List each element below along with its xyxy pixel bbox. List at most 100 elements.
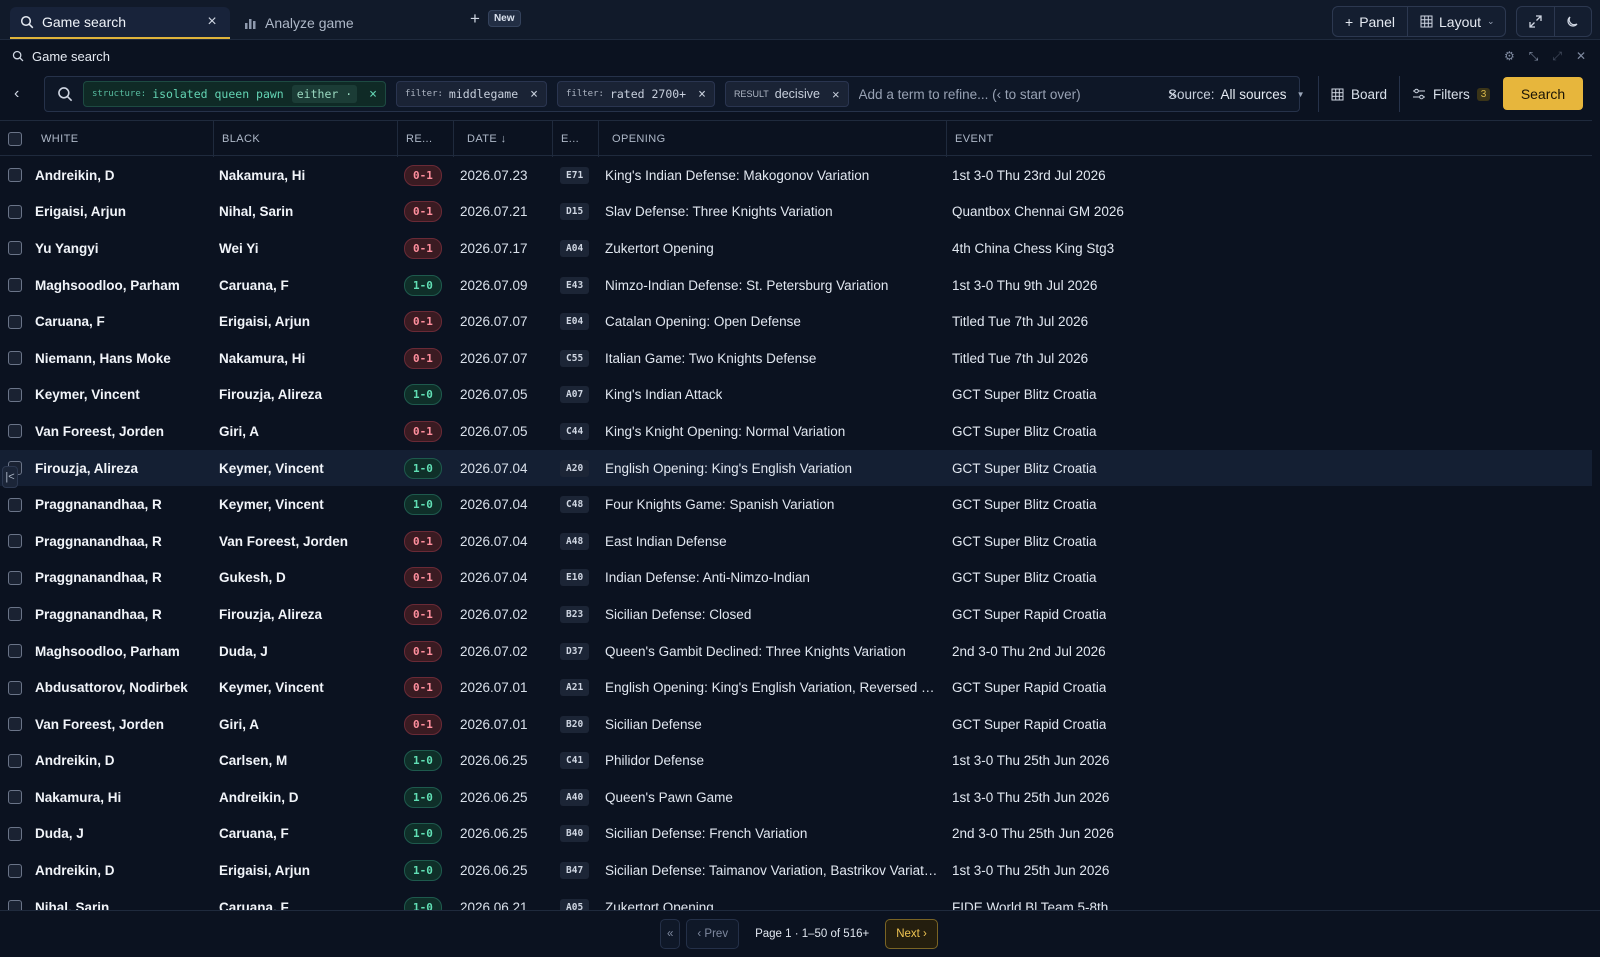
expand-sidebar-handle[interactable]: |< [2, 466, 18, 488]
close-icon[interactable]: × [698, 87, 706, 102]
next-page-button[interactable]: Next › [885, 919, 938, 949]
result-cell: 1-0 [404, 889, 442, 910]
eco-cell: E04 [560, 303, 590, 340]
result-cell: 0-1 [404, 194, 442, 231]
add-panel-button[interactable]: + Panel [1333, 7, 1407, 36]
query-box[interactable]: structure: isolated queen pawn either · … [44, 76, 1300, 112]
row-checkbox[interactable] [8, 204, 22, 219]
fullscreen-button[interactable] [1517, 7, 1554, 36]
gear-icon[interactable]: ⚙ [1504, 49, 1515, 64]
table-row[interactable]: Andreikin, D Erigaisi, Arjun 1-0 2026.06.25… [0, 852, 1592, 889]
table-row[interactable]: Duda, J Caruana, F 1-0 2026.06.25 B40 Sicilia… [0, 816, 1592, 853]
row-checkbox[interactable] [8, 534, 22, 549]
row-checkbox-cell [8, 852, 22, 889]
opening-cell: King's Indian Attack [605, 377, 940, 414]
layout-button[interactable]: Layout ⌄ [1407, 7, 1505, 36]
event-cell: Titled Tue 7th Jul 2026 [952, 314, 1089, 330]
row-checkbox[interactable] [8, 826, 22, 841]
table-row[interactable]: Van Foreest, Jorden Giri, A 0-1 2026.07.01 B… [0, 706, 1592, 743]
source-select[interactable]: Source: All sources ▼ [1168, 87, 1304, 102]
filter-chip[interactable]: filter: middlegame × [395, 81, 547, 107]
table-row[interactable]: Keymer, Vincent Firouzja, Alireza 1-0 2026.… [0, 377, 1592, 414]
table-row[interactable]: Firouzja, Alireza Keymer, Vincent 1-0 2026.… [0, 449, 1592, 487]
table-row[interactable]: Praggnanandhaa, R Van Foreest, Jorden 0-1 2… [0, 523, 1592, 560]
refine-input[interactable] [858, 86, 1159, 102]
table-row[interactable]: Van Foreest, Jorden Giri, A 0-1 2026.07.05 C… [0, 413, 1592, 450]
col-date[interactable]: DATE ↓ [459, 121, 553, 157]
table-row[interactable]: Andreikin, D Carlsen, M 1-0 2026.06.25 C41 Ph… [0, 743, 1592, 780]
table-row[interactable]: Nihal, Sarin Caruana, F 1-0 2026.06.21 A05 Zu… [0, 889, 1592, 910]
col-opening[interactable]: OPENING [604, 121, 947, 157]
table-row[interactable]: Maghsoodloo, Parham Caruana, F 1-0 2026.07.… [0, 267, 1592, 304]
prev-page-button[interactable]: ‹ Prev [686, 919, 740, 949]
black-player: Carlsen, M [219, 753, 288, 769]
col-event[interactable]: EVENT [947, 121, 1592, 157]
row-checkbox[interactable] [8, 241, 22, 256]
chevron-left-icon[interactable]: ‹ [14, 85, 19, 103]
search-button[interactable]: Search [1503, 77, 1583, 110]
eco-cell: D15 [560, 194, 590, 231]
row-checkbox[interactable] [8, 314, 22, 329]
structure-chip[interactable]: structure: isolated queen pawn either · … [83, 81, 386, 107]
black-player: Nihal, Sarin [219, 204, 294, 220]
row-checkbox[interactable] [8, 753, 22, 768]
close-icon[interactable]: × [204, 13, 220, 30]
close-icon[interactable]: × [530, 87, 538, 102]
opening-name: Four Knights Game: Spanish Variation [605, 497, 835, 513]
table-row[interactable]: Erigaisi, Arjun Nihal, Sarin 0-1 2026.07.21… [0, 194, 1592, 231]
maximize-icon[interactable]: ⤢ [1552, 49, 1562, 64]
close-icon[interactable]: ✕ [1576, 49, 1586, 64]
tab-game-search[interactable]: Game search × [10, 7, 230, 39]
table-row[interactable]: Praggnanandhaa, R Keymer, Vincent 1-0 2026.… [0, 486, 1592, 523]
close-icon[interactable]: × [832, 87, 840, 102]
col-result[interactable]: RE... [398, 121, 454, 157]
row-checkbox[interactable] [8, 607, 22, 622]
event-cell: 4th China Chess King Stg3 [952, 240, 1115, 256]
col-white[interactable]: WHITE [33, 121, 214, 157]
filter-chip[interactable]: filter: rated 2700+ × [557, 81, 715, 107]
row-checkbox[interactable] [8, 680, 22, 695]
row-checkbox[interactable] [8, 168, 22, 183]
row-checkbox[interactable] [8, 387, 22, 402]
row-checkbox[interactable] [8, 644, 22, 659]
row-checkbox[interactable] [8, 351, 22, 366]
row-checkbox[interactable] [8, 790, 22, 805]
row-checkbox[interactable] [8, 570, 22, 585]
close-icon[interactable]: × [369, 87, 377, 102]
black-player: Van Foreest, Jorden [219, 533, 349, 549]
board-button[interactable]: Board [1319, 76, 1401, 112]
row-checkbox[interactable] [8, 863, 22, 878]
new-tab-button[interactable]: + New [470, 10, 521, 27]
eco-badge: D37 [560, 642, 590, 660]
result-badge: 0-1 [404, 567, 442, 589]
minimize-icon[interactable]: ⤡ [1529, 49, 1539, 64]
event-cell: 1st 3-0 Thu 25th Jun 2026 [952, 789, 1110, 805]
col-black[interactable]: BLACK [214, 121, 398, 157]
table-row[interactable]: Maghsoodloo, Parham Duda, J 0-1 2026.07.02 D… [0, 633, 1592, 670]
table-row[interactable]: Praggnanandhaa, R Firouzja, Alireza 0-1 202… [0, 596, 1592, 633]
date-cell: 2026.07.07 [460, 314, 528, 330]
row-checkbox[interactable] [8, 900, 22, 910]
table-row[interactable]: Caruana, F Erigaisi, Arjun 0-1 2026.07.07 E0… [0, 303, 1592, 340]
event-cell: GCT Super Blitz Croatia [952, 460, 1097, 476]
table-row[interactable]: Praggnanandhaa, R Gukesh, D 0-1 2026.07.04 E… [0, 560, 1592, 597]
table-row[interactable]: Abdusattorov, Nodirbek Keymer, Vincent 0-1… [0, 669, 1592, 706]
table-row[interactable]: Nakamura, Hi Andreikin, D 1-0 2026.06.25 A40… [0, 779, 1592, 816]
result-chip[interactable]: RESULT decisive × [724, 81, 849, 107]
row-checkbox[interactable] [8, 278, 22, 293]
theme-toggle-button[interactable] [1553, 7, 1591, 36]
table-row[interactable]: Niemann, Hans Moke Nakamura, Hi 0-1 2026.07… [0, 340, 1592, 377]
row-checkbox[interactable] [8, 424, 22, 439]
row-checkbox[interactable] [8, 717, 22, 732]
chip-mode-select[interactable]: either · [291, 85, 358, 103]
first-page-button[interactable]: « [660, 919, 681, 949]
opening-cell: East Indian Defense [605, 523, 940, 560]
row-checkbox[interactable] [8, 497, 22, 512]
table-row[interactable]: Andreikin, D Nakamura, Hi 0-1 2026.07.23 E71… [0, 157, 1592, 194]
white-player: Maghsoodloo, Parham [35, 277, 180, 293]
filters-button[interactable]: Filters 3 [1400, 76, 1502, 112]
tab-analyze-game[interactable]: Analyze game [238, 7, 458, 39]
select-all-checkbox[interactable] [8, 132, 22, 146]
col-eco[interactable]: E... [553, 121, 599, 157]
table-row[interactable]: Yu Yangyi Wei Yi 0-1 2026.07.17 A04 Zukertort… [0, 230, 1592, 267]
